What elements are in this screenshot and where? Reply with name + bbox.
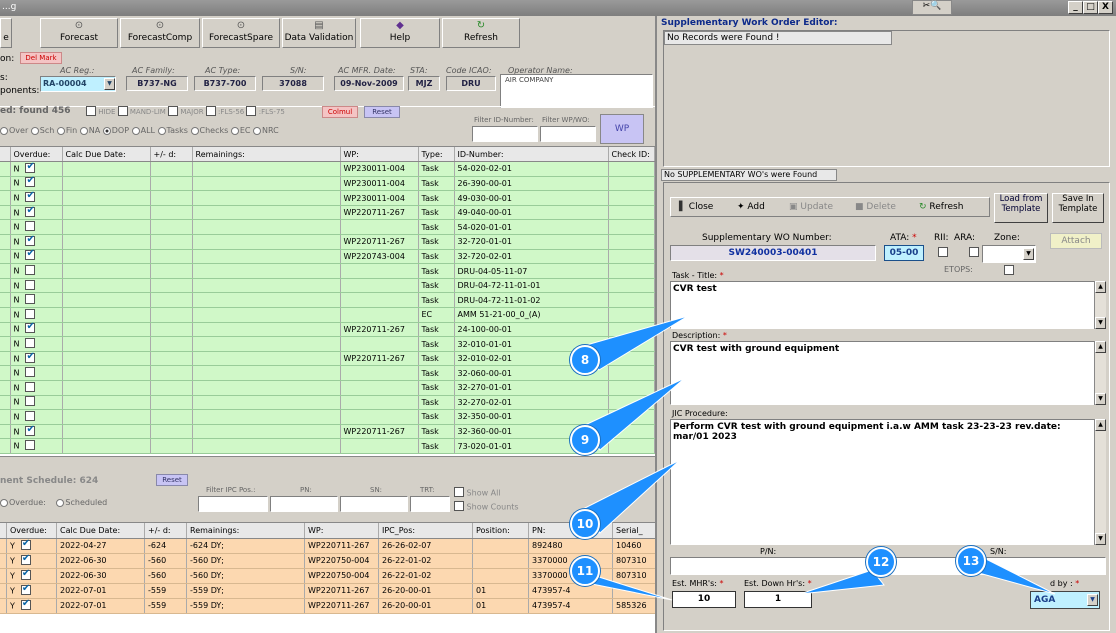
callout-8: 8 bbox=[570, 345, 600, 375]
callout-12: 12 bbox=[866, 547, 896, 577]
callout-overlay bbox=[581, 315, 1056, 601]
callout-9: 9 bbox=[570, 425, 600, 455]
callout-10: 10 bbox=[570, 509, 600, 539]
callout-13: 13 bbox=[956, 546, 986, 576]
callout-11: 11 bbox=[570, 556, 600, 586]
